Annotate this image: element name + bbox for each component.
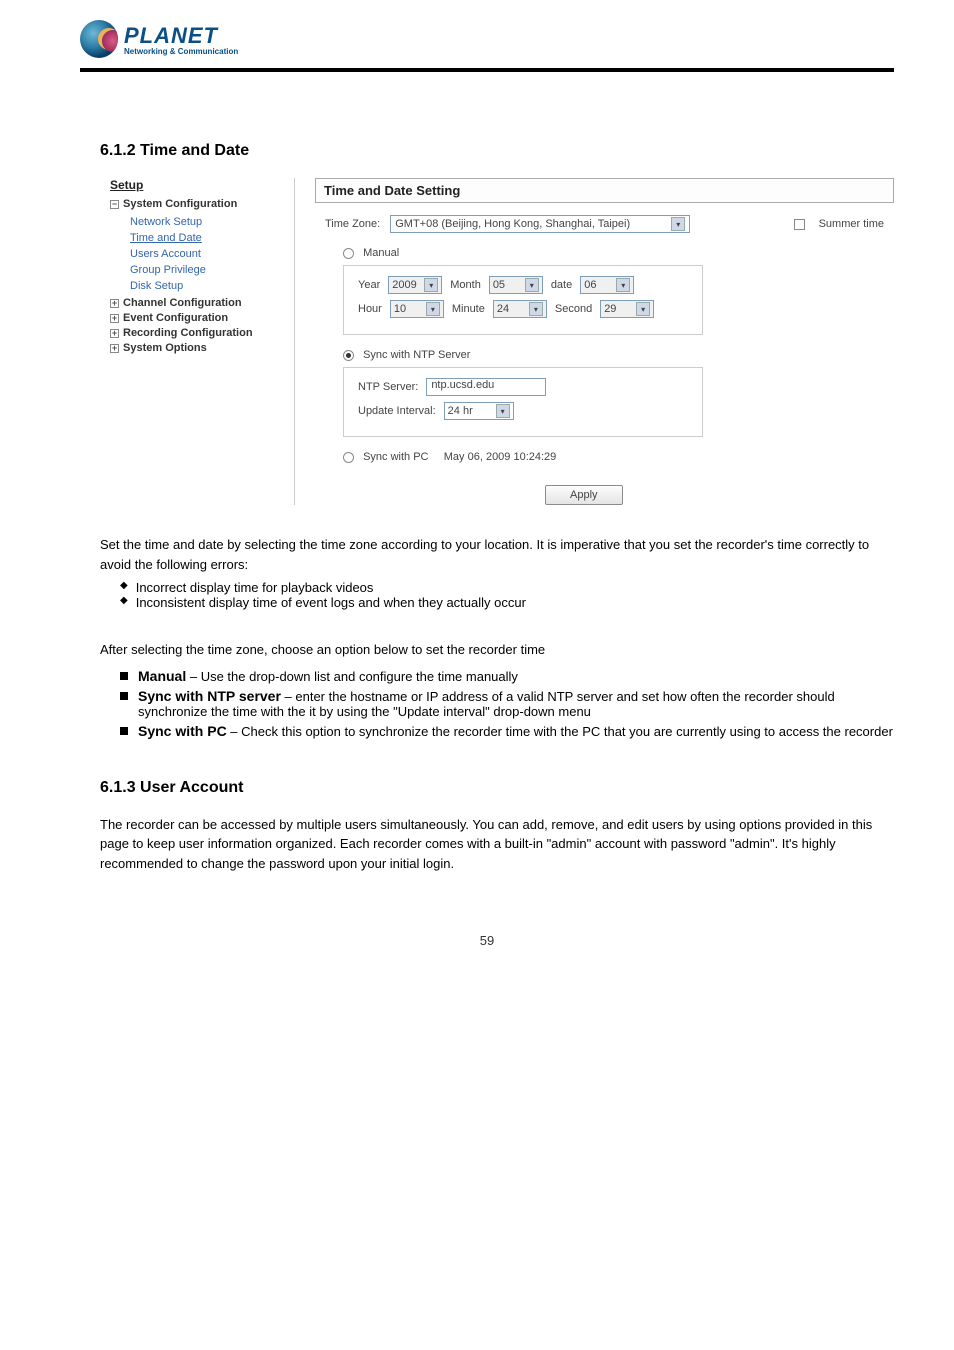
- update-interval-select[interactable]: 24 hr▾: [444, 402, 514, 420]
- logo-tagline: Networking & Communication: [124, 47, 238, 56]
- radio-ntp[interactable]: [343, 350, 354, 361]
- sync-pc-label: Sync with PC: [363, 451, 428, 463]
- panel-title: Time and Date Setting: [315, 178, 894, 203]
- sync-pc-time: May 06, 2009 10:24:29: [444, 451, 557, 463]
- timezone-label: Time Zone:: [325, 218, 380, 230]
- chevron-down-icon: ▾: [671, 217, 685, 231]
- nav-time-and-date[interactable]: Time and Date: [130, 230, 288, 246]
- nav-title[interactable]: Setup: [110, 178, 288, 192]
- section-heading-612: 6.1.2 Time and Date: [100, 142, 894, 160]
- minute-label: Minute: [452, 303, 485, 315]
- update-interval-label: Update Interval:: [358, 405, 436, 417]
- chevron-down-icon: ▾: [496, 404, 510, 418]
- chevron-down-icon: ▾: [525, 278, 539, 292]
- nav-event-config[interactable]: +Event Configuration: [110, 312, 288, 324]
- expand-icon[interactable]: +: [110, 314, 119, 323]
- second-label: Second: [555, 303, 592, 315]
- expand-icon[interactable]: +: [110, 299, 119, 308]
- ntp-label: Sync with NTP Server: [363, 349, 470, 361]
- nav-group-privilege[interactable]: Group Privilege: [130, 262, 288, 278]
- chevron-down-icon: ▾: [424, 278, 438, 292]
- apply-button[interactable]: Apply: [545, 485, 623, 505]
- nav-recording-config[interactable]: +Recording Configuration: [110, 327, 288, 339]
- chevron-down-icon: ▾: [529, 302, 543, 316]
- opt-manual: Manual – Use the drop-down list and conf…: [120, 668, 894, 684]
- logo: PLANET Networking & Communication: [80, 20, 894, 58]
- radio-manual[interactable]: [343, 248, 354, 259]
- opt-ntp: Sync with NTP server – enter the hostnam…: [120, 688, 894, 719]
- manual-label: Manual: [363, 247, 399, 259]
- nav-disk-setup[interactable]: Disk Setup: [130, 278, 288, 294]
- paragraph-intro: Set the time and date by selecting the t…: [100, 535, 894, 574]
- chevron-down-icon: ▾: [636, 302, 650, 316]
- nav-network-setup[interactable]: Network Setup: [130, 214, 288, 230]
- square-icon: [120, 727, 128, 735]
- radio-sync-pc[interactable]: [343, 452, 354, 463]
- nav-channel-config[interactable]: +Channel Configuration: [110, 297, 288, 309]
- hour-label: Hour: [358, 303, 382, 315]
- logo-mark-icon: [80, 20, 118, 58]
- summer-time-label: Summer time: [819, 218, 884, 230]
- date-select[interactable]: 06▾: [580, 276, 634, 294]
- square-icon: [120, 672, 128, 680]
- chevron-down-icon: ▾: [616, 278, 630, 292]
- month-select[interactable]: 05▾: [489, 276, 543, 294]
- chevron-down-icon: ▾: [426, 302, 440, 316]
- logo-brand: PLANET: [124, 23, 238, 49]
- square-icon: [120, 692, 128, 700]
- nav-users-account[interactable]: Users Account: [130, 246, 288, 262]
- expand-icon[interactable]: +: [110, 344, 119, 353]
- expand-icon[interactable]: +: [110, 329, 119, 338]
- date-label: date: [551, 279, 572, 291]
- year-select[interactable]: 2009▾: [388, 276, 442, 294]
- month-label: Month: [450, 279, 481, 291]
- section-heading-613: 6.1.3 User Account: [100, 779, 894, 797]
- nav-root-system-config[interactable]: −System Configuration: [110, 198, 288, 210]
- collapse-icon[interactable]: −: [110, 200, 119, 209]
- timezone-select[interactable]: GMT+08 (Beijing, Hong Kong, Shanghai, Ta…: [390, 215, 690, 233]
- paragraph-options: After selecting the time zone, choose an…: [100, 640, 894, 660]
- page-number: 59: [80, 933, 894, 948]
- ntp-server-label: NTP Server:: [358, 381, 418, 393]
- nav-system-options[interactable]: +System Options: [110, 342, 288, 354]
- header-divider: [80, 68, 894, 72]
- hour-select[interactable]: 10▾: [390, 300, 444, 318]
- summer-time-checkbox[interactable]: [794, 219, 805, 230]
- bullet-2: ◆Inconsistent display time of event logs…: [120, 595, 894, 610]
- year-label: Year: [358, 279, 380, 291]
- bullet-1: ◆Incorrect display time for playback vid…: [120, 580, 894, 595]
- opt-pc: Sync with PC – Check this option to sync…: [120, 723, 894, 739]
- ntp-server-input[interactable]: ntp.ucsd.edu: [426, 378, 546, 396]
- paragraph-613: The recorder can be accessed by multiple…: [100, 815, 894, 874]
- screenshot-panel: Setup −System Configuration Network Setu…: [110, 178, 894, 505]
- minute-select[interactable]: 24▾: [493, 300, 547, 318]
- second-select[interactable]: 29▾: [600, 300, 654, 318]
- nav-tree: Setup −System Configuration Network Setu…: [110, 178, 295, 505]
